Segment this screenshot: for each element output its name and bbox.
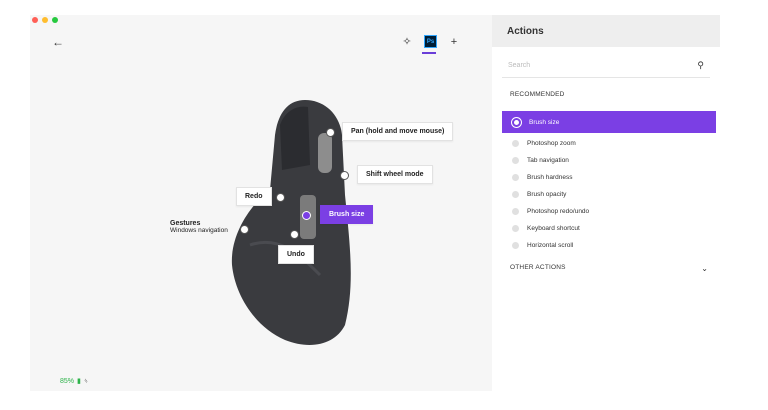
- action-item-label: Keyboard shortcut: [527, 224, 580, 232]
- callout-brush-size[interactable]: Brush size: [320, 205, 374, 224]
- action-item-label: Photoshop redo/undo: [527, 207, 590, 215]
- action-item-photoshop-redo-undo[interactable]: Photoshop redo/undo: [502, 202, 716, 220]
- photoshop-app-icon[interactable]: Ps: [424, 35, 437, 48]
- active-app-indicator: [422, 52, 436, 54]
- hotspot-brush-size[interactable]: [302, 211, 311, 220]
- add-icon[interactable]: +: [447, 36, 461, 48]
- actions-panel-title: Actions: [492, 15, 720, 47]
- action-item-brush-size[interactable]: Brush size: [502, 111, 716, 133]
- radio-selected-icon: [512, 117, 521, 127]
- action-item-keyboard-shortcut[interactable]: Keyboard shortcut: [502, 219, 716, 237]
- radio-icon: [512, 139, 519, 147]
- callout-undo[interactable]: Undo: [278, 245, 314, 264]
- action-item-horizontal-scroll[interactable]: Horizontal scroll: [502, 236, 716, 254]
- action-item-label: Tab navigation: [527, 156, 569, 164]
- back-arrow-icon[interactable]: ←: [52, 35, 64, 49]
- action-item-label: Photoshop zoom: [527, 139, 576, 147]
- action-item-brush-opacity[interactable]: Brush opacity: [502, 185, 716, 203]
- action-item-tab-navigation[interactable]: Tab navigation: [502, 151, 716, 169]
- hotspot-pan[interactable]: [326, 128, 335, 137]
- action-item-label: Brush hardness: [527, 173, 573, 181]
- search-icon[interactable]: ⚲: [697, 60, 704, 71]
- callout-shift-wheel[interactable]: Shift wheel mode: [357, 165, 433, 184]
- radio-icon: [512, 207, 519, 215]
- hotspot-gestures[interactable]: [240, 225, 249, 234]
- battery-icon: ▮: [77, 378, 81, 385]
- battery-status: 85% ▮ ᛃ: [60, 377, 89, 386]
- hotspot-redo[interactable]: [276, 193, 285, 202]
- search-input[interactable]: Search ⚲: [502, 57, 710, 78]
- radio-icon: [512, 190, 519, 198]
- radio-icon: [512, 241, 519, 249]
- callout-redo[interactable]: Redo: [236, 187, 272, 206]
- other-actions-heading[interactable]: OTHER ACTIONS: [510, 264, 566, 271]
- action-item-brush-hardness[interactable]: Brush hardness: [502, 168, 716, 186]
- settings-icon[interactable]: ✧: [400, 35, 414, 48]
- radio-icon: [512, 156, 519, 164]
- hotspot-shift-wheel[interactable]: [340, 171, 349, 180]
- bluetooth-icon: ᛃ: [83, 377, 89, 385]
- gestures-title: Gestures: [170, 220, 201, 227]
- hotspot-undo[interactable]: [290, 230, 299, 239]
- actions-panel: Actions Search ⚲ RECOMMENDED Brush size …: [492, 15, 720, 391]
- gestures-label[interactable]: Gestures Windows navigation: [170, 220, 228, 234]
- mouse-config-area: ← ✧ Ps + Pan (hold and move mouse) Shift…: [30, 15, 492, 391]
- action-item-label: Horizontal scroll: [527, 241, 574, 249]
- scroll-wheel: [318, 133, 332, 173]
- action-item-label: Brush opacity: [527, 190, 567, 198]
- chevron-down-icon[interactable]: ⌄: [701, 264, 708, 273]
- action-item-photoshop-zoom[interactable]: Photoshop zoom: [502, 134, 716, 152]
- app-toolbar: ✧ Ps +: [400, 35, 461, 48]
- radio-icon: [512, 224, 519, 232]
- gestures-subtitle: Windows navigation: [170, 227, 228, 234]
- radio-icon: [512, 173, 519, 181]
- battery-percent: 85%: [60, 377, 75, 385]
- recommended-heading: RECOMMENDED: [510, 91, 565, 98]
- search-placeholder: Search: [508, 62, 531, 69]
- callout-pan[interactable]: Pan (hold and move mouse): [342, 122, 454, 141]
- action-item-label: Brush size: [529, 118, 560, 126]
